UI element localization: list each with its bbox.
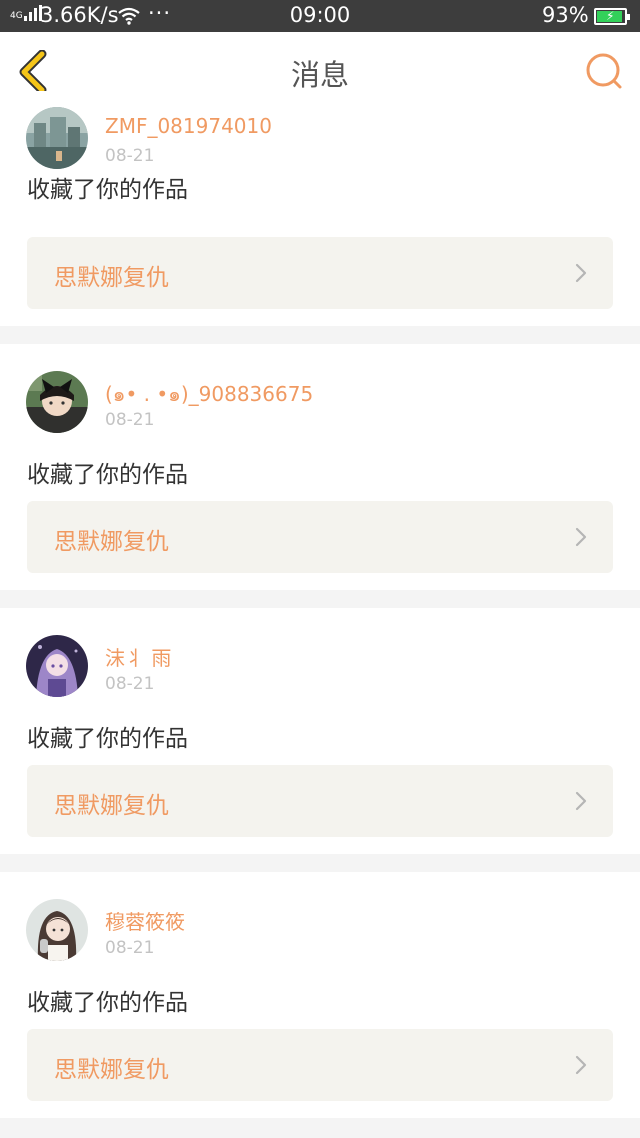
message-date: 08-21 (105, 146, 155, 166)
message-text: 收藏了你的作品 (27, 177, 188, 203)
work-title: 思默娜复仇 (54, 1057, 169, 1083)
list-item: (๑• . •๑)_908836675 08-21 收藏了你的作品 思默娜复仇 (0, 344, 640, 590)
status-bar: 4G 3.66K/s ··· 09:00 93% ⚡ (0, 0, 640, 32)
list-item: 穆蓉筱筱 08-21 收藏了你的作品 思默娜复仇 (0, 872, 640, 1118)
work-link[interactable]: 思默娜复仇 (27, 501, 613, 573)
chevron-right-icon (575, 791, 587, 811)
message-username[interactable]: (๑• . •๑)_908836675 (105, 378, 313, 410)
chevron-right-icon (575, 1055, 587, 1075)
battery-icon: ⚡ (594, 8, 630, 25)
message-username[interactable]: ZMF_081974010 (105, 114, 272, 138)
avatar[interactable] (26, 635, 88, 697)
message-date: 08-21 (105, 938, 155, 958)
avatar[interactable] (26, 371, 88, 433)
message-username[interactable]: 沫丬 雨 (105, 642, 171, 671)
search-button[interactable] (584, 52, 624, 92)
chevron-right-icon (575, 263, 587, 283)
work-link[interactable]: 思默娜复仇 (27, 237, 613, 309)
message-username[interactable]: 穆蓉筱筱 (105, 906, 185, 935)
page-title: 消息 (290, 58, 349, 92)
message-text: 收藏了你的作品 (27, 990, 188, 1016)
message-date: 08-21 (105, 410, 155, 430)
avatar[interactable] (26, 107, 88, 169)
charging-icon: ⚡ (606, 9, 615, 23)
battery-percent: 93% (542, 3, 589, 27)
work-title: 思默娜复仇 (54, 529, 169, 555)
list-item: ZMF_081974010 08-21 收藏了你的作品 思默娜复仇 (0, 91, 640, 326)
work-link[interactable]: 思默娜复仇 (27, 765, 613, 837)
search-icon (586, 53, 622, 89)
work-link[interactable]: 思默娜复仇 (27, 1029, 613, 1101)
work-title: 思默娜复仇 (54, 265, 169, 291)
chevron-right-icon (575, 527, 587, 547)
list-item: 沫丬 雨 08-21 收藏了你的作品 思默娜复仇 (0, 608, 640, 854)
message-date: 08-21 (105, 674, 155, 694)
message-text: 收藏了你的作品 (27, 462, 188, 488)
work-title: 思默娜复仇 (54, 793, 169, 819)
avatar[interactable] (26, 899, 88, 961)
message-text: 收藏了你的作品 (27, 726, 188, 752)
